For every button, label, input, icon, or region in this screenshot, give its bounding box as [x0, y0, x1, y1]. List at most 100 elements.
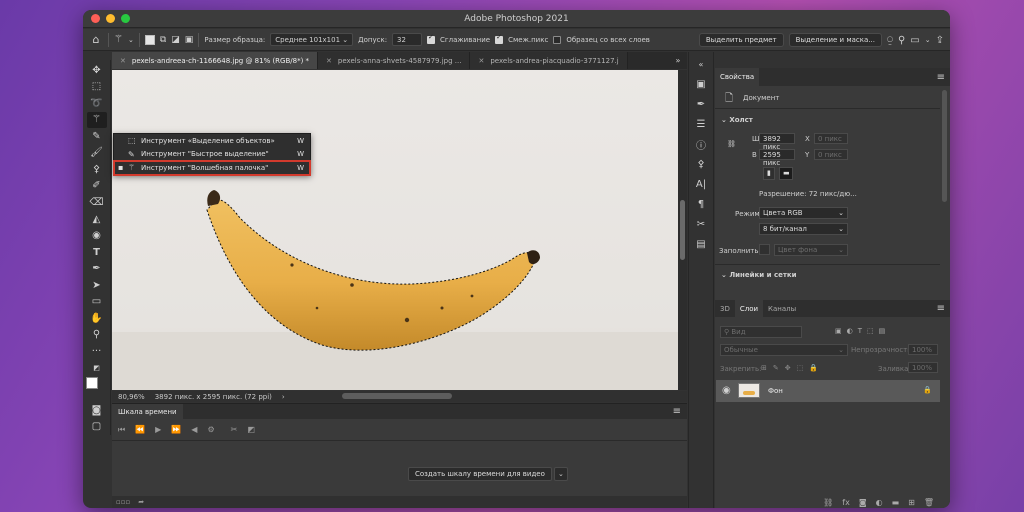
- magic-wand-tool-item[interactable]: ▪ ⚚ Инструмент "Волшебная палочка" W: [113, 160, 311, 176]
- subtract-from-selection-icon[interactable]: ◪: [171, 35, 180, 45]
- quick-selection-tool-item[interactable]: ✎ Инструмент "Быстрое выделение" W: [114, 148, 310, 162]
- chevron-down-icon[interactable]: ⌄: [553, 467, 568, 481]
- delete-layer-icon[interactable]: 🗑: [924, 498, 934, 507]
- chevron-down-icon[interactable]: ⌄: [128, 36, 134, 44]
- type-tool-icon[interactable]: T: [87, 244, 107, 261]
- eyedropper-tool-icon[interactable]: ✎: [87, 128, 107, 145]
- history-brush-tool-icon[interactable]: ✐: [87, 178, 107, 195]
- contiguous-checkbox[interactable]: [495, 33, 504, 44]
- landscape-orientation-button[interactable]: ▬: [779, 167, 793, 180]
- rulers-section-toggle[interactable]: ⌄ Линейки и сетки: [721, 271, 797, 279]
- close-tab-icon[interactable]: ✕: [478, 57, 484, 65]
- history-icon[interactable]: ▣: [692, 76, 710, 92]
- screen-mode-icon[interactable]: ▢: [87, 418, 107, 435]
- opacity-field[interactable]: 100%: [908, 344, 938, 355]
- zoom-window-button[interactable]: [121, 14, 130, 23]
- fill-dropdown[interactable]: Цвет фона ⌄: [774, 244, 848, 256]
- tab-timeline[interactable]: Шкала времени: [112, 404, 183, 419]
- tab-channels[interactable]: Каналы: [763, 300, 801, 318]
- mode-dropdown[interactable]: Цвета RGB ⌄: [759, 207, 848, 219]
- add-to-selection-icon[interactable]: ⧉: [160, 35, 166, 45]
- paragraph-icon[interactable]: ¶: [692, 196, 710, 212]
- sample-all-layers-checkbox[interactable]: [553, 35, 562, 44]
- frame-animation-icon[interactable]: ▫▫▫: [116, 498, 130, 506]
- antialias-checkbox[interactable]: [427, 33, 436, 44]
- close-window-button[interactable]: [91, 14, 100, 23]
- lock-icons[interactable]: ⊞✎✥⬚🔒: [761, 364, 824, 372]
- default-colors-icon[interactable]: ◩: [87, 360, 107, 377]
- layer-filter-icons[interactable]: ▣◐T⬚▤: [835, 327, 890, 335]
- color-swatches[interactable]: [85, 377, 108, 398]
- create-video-timeline-button[interactable]: Создать шкалу времени для видео: [408, 467, 552, 481]
- marquee-tool-icon[interactable]: ⬚: [87, 79, 107, 96]
- next-frame-icon[interactable]: ⏩: [171, 425, 181, 434]
- scroll-thumb[interactable]: [680, 200, 685, 260]
- path-select-tool-icon[interactable]: ➤: [87, 277, 107, 294]
- x-field[interactable]: 0 пикс: [814, 133, 848, 144]
- layer-style-icon[interactable]: fx: [842, 498, 850, 507]
- intersect-selection-icon[interactable]: ▣: [185, 35, 194, 45]
- horizontal-scrollbar[interactable]: [342, 393, 452, 399]
- brush-settings-icon[interactable]: ✒: [692, 96, 710, 112]
- vertical-scrollbar[interactable]: [678, 70, 687, 390]
- settings-icon[interactable]: ⚙: [207, 425, 214, 434]
- chevron-down-icon[interactable]: ⌄: [925, 36, 931, 44]
- dodge-tool-icon[interactable]: ◉: [87, 227, 107, 244]
- new-selection-mode-button[interactable]: [144, 34, 155, 45]
- tab-layers[interactable]: Слои: [734, 300, 764, 318]
- y-field[interactable]: 0 пикс: [814, 149, 848, 160]
- quick-mask-icon[interactable]: ◙: [87, 402, 107, 419]
- move-tool-icon[interactable]: ✥: [87, 62, 107, 79]
- tab-properties[interactable]: Свойства: [715, 68, 760, 86]
- add-mask-icon[interactable]: ◙: [859, 498, 867, 507]
- tab-document-3[interactable]: ✕ pexels-andrea-piacquadio-3771127.j: [470, 52, 628, 69]
- magic-wand-tool-icon[interactable]: ⚚: [86, 111, 107, 129]
- tool-presets-icon[interactable]: ✂: [692, 216, 710, 232]
- link-icon[interactable]: ⛓: [727, 140, 736, 148]
- play-icon[interactable]: ▶: [155, 425, 161, 434]
- share-icon[interactable]: ⇪: [936, 35, 944, 46]
- canvas-area[interactable]: [112, 70, 687, 390]
- eraser-tool-icon[interactable]: ⌫: [87, 194, 107, 211]
- close-tab-icon[interactable]: ✕: [326, 57, 332, 65]
- blend-mode-dropdown[interactable]: Обычные ⌄: [720, 344, 848, 356]
- object-selection-tool-item[interactable]: ⬚ Инструмент «Выделение объектов» W: [114, 134, 310, 148]
- fill-opacity-field[interactable]: 100%: [908, 362, 938, 373]
- more-tools-icon[interactable]: ···: [87, 343, 107, 360]
- share-account-icon[interactable]: ⍜: [887, 35, 893, 46]
- canvas-section-toggle[interactable]: ⌄ Холст: [721, 116, 753, 124]
- width-field[interactable]: 3892 пикс: [759, 133, 795, 151]
- prev-frame-icon[interactable]: ⏪: [135, 425, 145, 434]
- panel-menu-icon[interactable]: ≡: [937, 68, 945, 86]
- select-and-mask-button[interactable]: Выделение и маска...: [788, 33, 882, 47]
- transition-icon[interactable]: ◩: [247, 425, 255, 434]
- pen-tool-icon[interactable]: ✒: [87, 260, 107, 277]
- info-icon[interactable]: ⓘ: [692, 136, 710, 152]
- status-menu-arrow[interactable]: ›: [282, 393, 285, 401]
- stamp-tool-icon[interactable]: ⚴: [87, 161, 107, 178]
- character-icon[interactable]: A|: [692, 176, 710, 192]
- tab-document-1[interactable]: ✕ pexels-andreea-ch-1166648.jpg @ 81% (R…: [112, 52, 319, 69]
- select-subject-button[interactable]: Выделить предмет: [698, 33, 784, 47]
- zoom-level[interactable]: 80,96%: [118, 393, 145, 401]
- workspace-icon[interactable]: ▭: [910, 35, 919, 46]
- audio-icon[interactable]: ◀: [191, 425, 197, 434]
- libraries-icon[interactable]: ▤: [692, 236, 710, 252]
- bit-depth-dropdown[interactable]: 8 бит/канал ⌄: [759, 223, 848, 235]
- portrait-orientation-button[interactable]: ▮: [763, 167, 775, 180]
- layer-row-background[interactable]: ◉ Фон 🔒: [716, 380, 940, 402]
- panel-menu-icon[interactable]: ≡: [937, 300, 945, 317]
- adjustment-layer-icon[interactable]: ◐: [876, 498, 883, 507]
- magic-wand-preset-icon[interactable]: ⚚: [114, 34, 123, 45]
- adjustments-icon[interactable]: ☰: [692, 116, 710, 132]
- link-layers-icon[interactable]: ⛓: [823, 498, 833, 507]
- tabs-overflow-icon[interactable]: »: [669, 52, 687, 69]
- fill-swatch[interactable]: [759, 244, 770, 255]
- brush-tool-icon[interactable]: 🖌: [87, 145, 107, 162]
- shape-tool-icon[interactable]: ▭: [87, 293, 107, 310]
- search-icon[interactable]: ⚲: [898, 35, 905, 46]
- hand-tool-icon[interactable]: ✋: [87, 310, 107, 327]
- gradient-tool-icon[interactable]: ◭: [87, 211, 107, 228]
- layer-kind-filter[interactable]: ⚲ Вид: [720, 326, 802, 338]
- collapse-arrow-icon[interactable]: «: [692, 56, 710, 72]
